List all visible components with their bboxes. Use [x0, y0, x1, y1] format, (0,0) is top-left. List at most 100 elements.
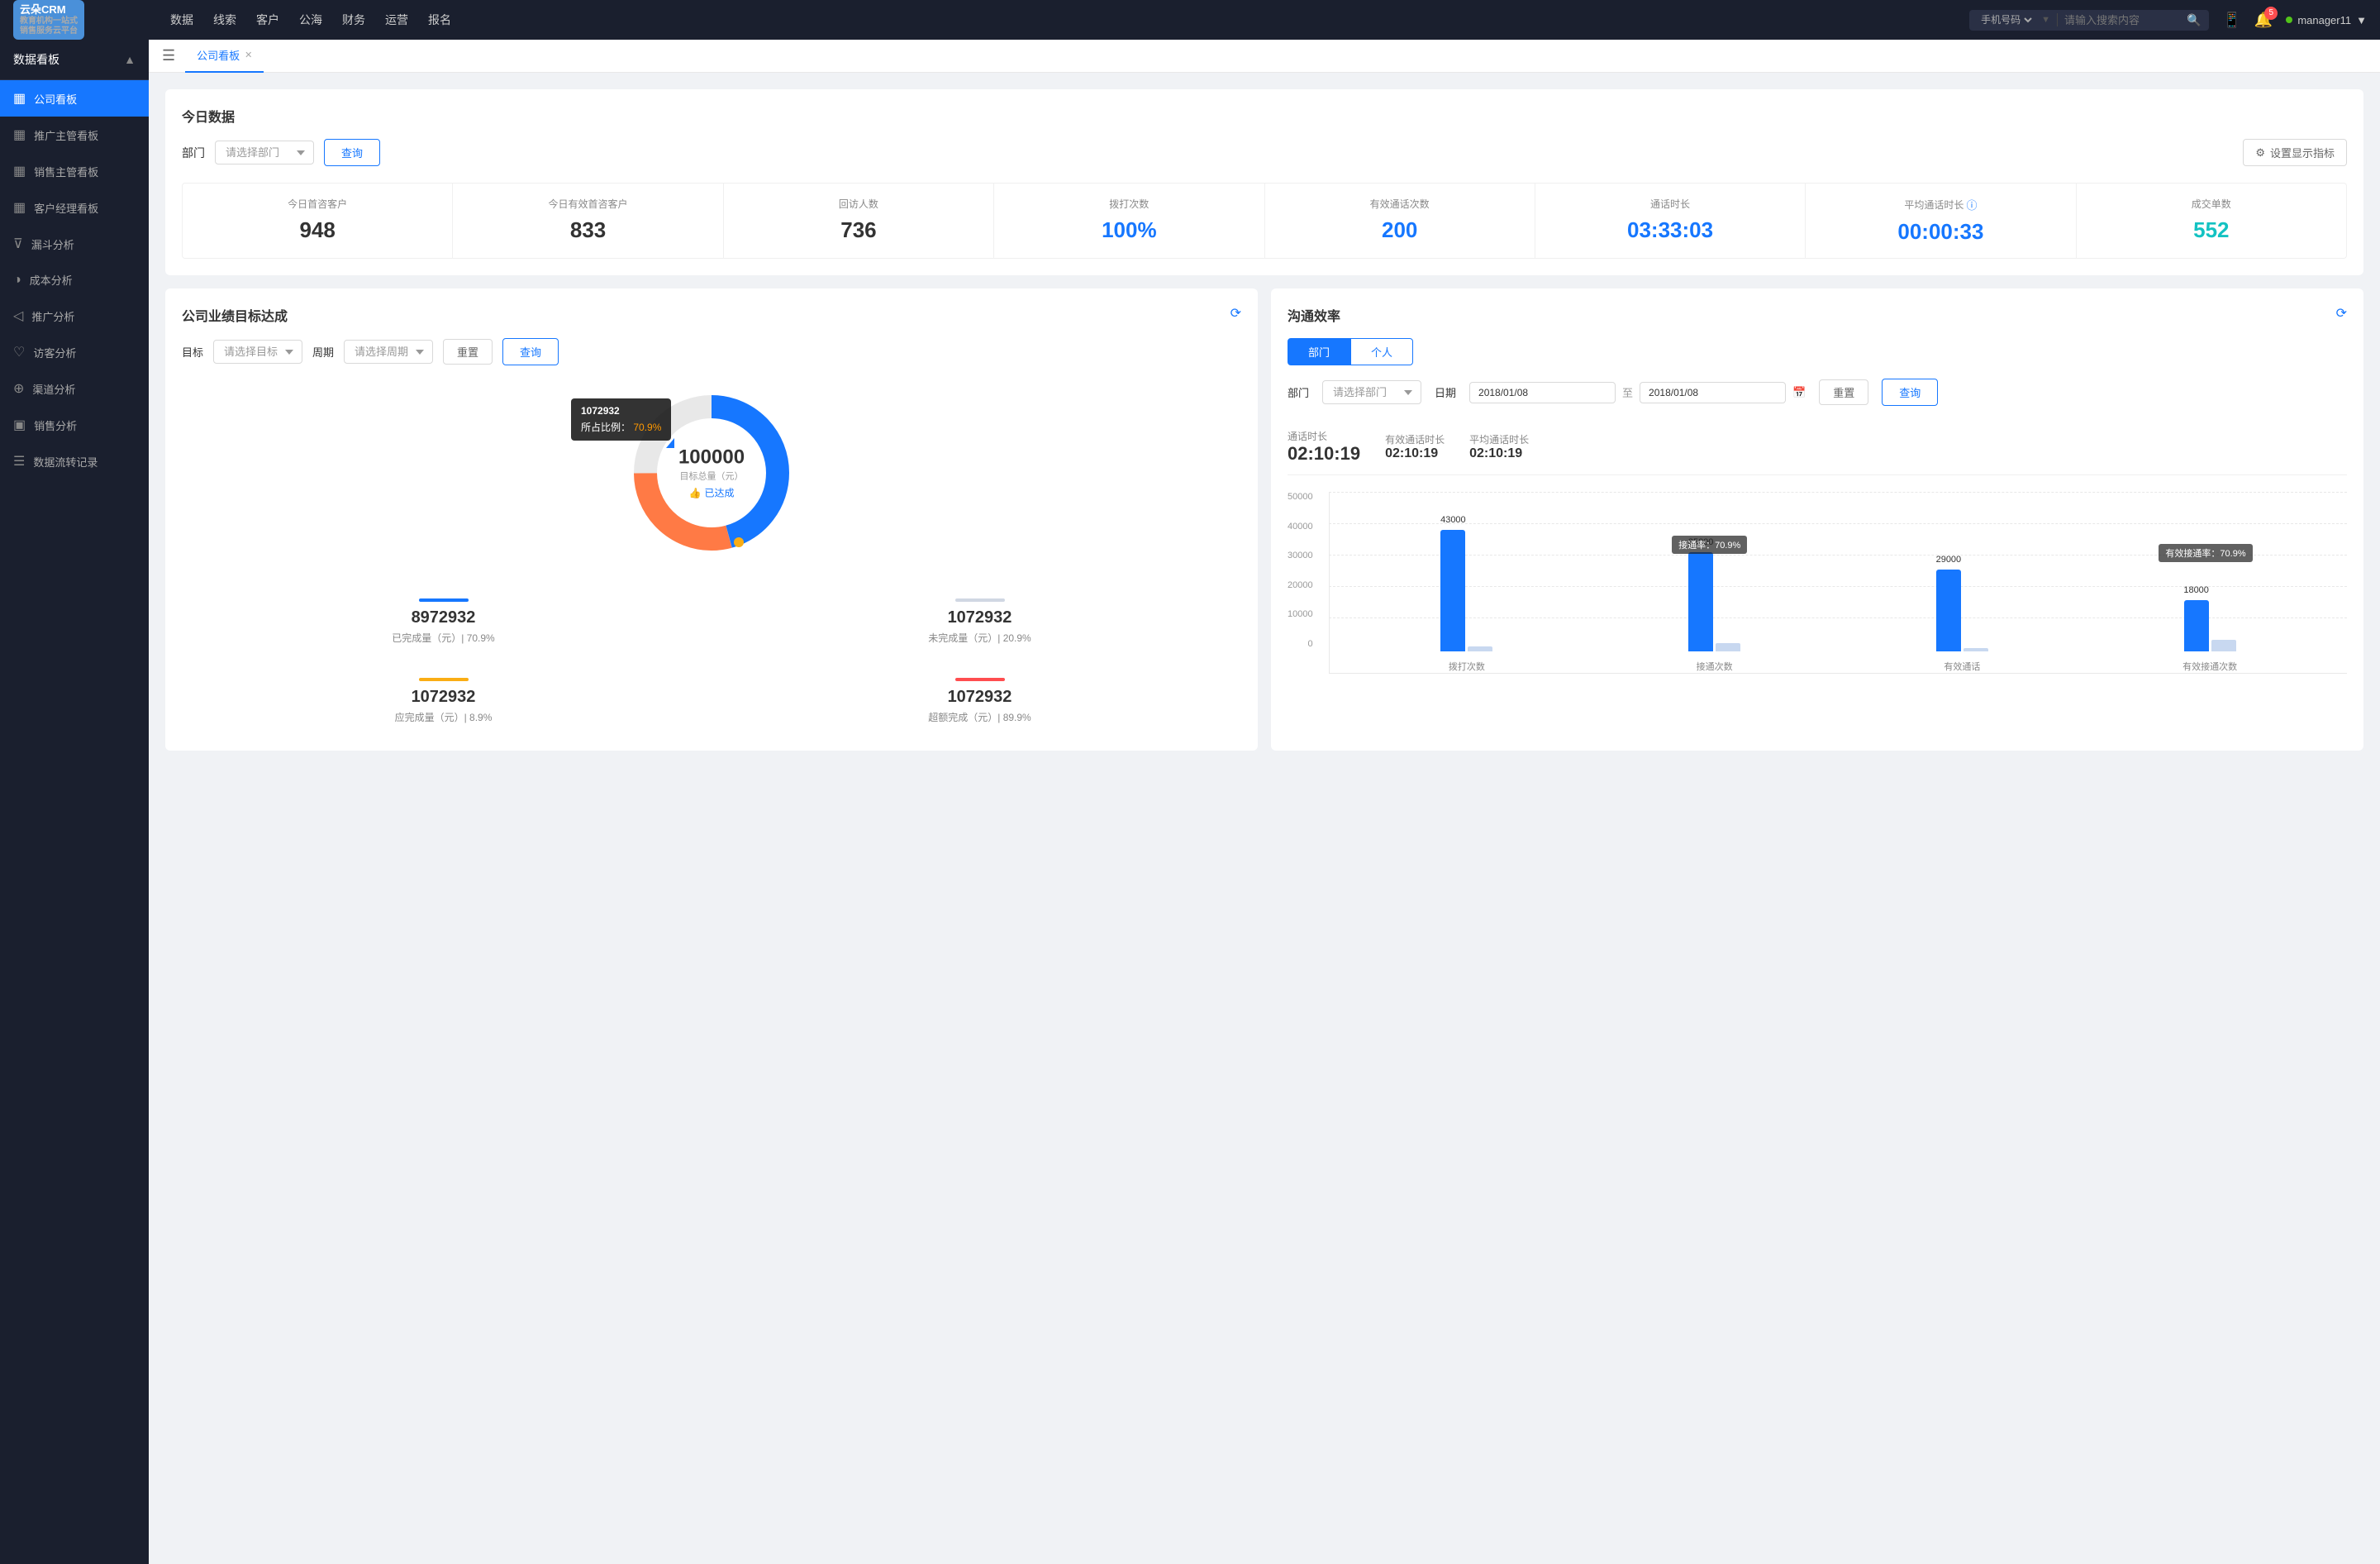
- bar-group-dial: 43000 拨打次数: [1346, 494, 1587, 673]
- content-area: ☰ 公司看板 ✕ 今日数据 部门 请选择部门 查询: [149, 40, 2380, 1564]
- nav-ops[interactable]: 运营: [385, 8, 408, 31]
- over-complete-value: 1072932: [728, 688, 1231, 707]
- nav-leads[interactable]: 线索: [213, 8, 236, 31]
- stat-value: 200: [1275, 217, 1525, 243]
- thumb-icon: 👍: [689, 487, 702, 498]
- stat-revisit: 回访人数 736: [724, 184, 993, 258]
- sidebar-item-promo[interactable]: ▦ 推广主管看板: [0, 117, 149, 153]
- sidebar-item-data-flow[interactable]: ☰ 数据流转记录: [0, 443, 149, 479]
- calendar-icon[interactable]: 📅: [1792, 386, 1806, 399]
- sidebar-item-company[interactable]: ▦ 公司看板: [0, 80, 149, 117]
- today-filter-row: 部门 请选择部门 查询 ⚙ 设置显示指标: [182, 139, 2347, 166]
- sidebar-item-channel[interactable]: ⊕ 渠道分析: [0, 370, 149, 407]
- efficiency-panel: 沟通效率 ⟳ 部门 个人 部门 请选择部门 日期: [1271, 288, 2363, 751]
- eff-duration-group: 有效通话时长 02:10:19: [1385, 432, 1445, 461]
- sidebar-item-label: 成本分析: [30, 272, 73, 288]
- nav-register[interactable]: 报名: [428, 8, 451, 31]
- search-icon[interactable]: 🔍: [2187, 13, 2201, 27]
- date-from-input[interactable]: [1469, 382, 1616, 403]
- logo-name: 云朵CRM: [20, 3, 78, 17]
- bar-group-eff-connect: 18000 有效接通率：70.9% 有效接通次数: [2089, 494, 2330, 673]
- search-input[interactable]: [2064, 14, 2180, 26]
- nav-sea[interactable]: 公海: [299, 8, 322, 31]
- eff-dept-label: 部门: [1288, 384, 1309, 400]
- avg-duration-label: 平均通话时长: [1469, 432, 1529, 446]
- nav-items: 数据 线索 客户 公海 财务 运营 报名: [170, 8, 1969, 31]
- sidebar-item-customer-mgr[interactable]: ▦ 客户经理看板: [0, 189, 149, 226]
- nav-finance[interactable]: 财务: [342, 8, 365, 31]
- y-label-0: 0: [1307, 639, 1312, 649]
- sidebar-item-cost[interactable]: ◑ 成本分析: [0, 262, 149, 298]
- cost-icon: ◑: [13, 273, 21, 288]
- sidebar-item-funnel[interactable]: ⊽ 漏斗分析: [0, 226, 149, 262]
- target-controls: 目标 请选择目标 周期 请选择周期 重置 查询: [182, 338, 1241, 365]
- tab-menu-button[interactable]: ☰: [162, 47, 175, 64]
- bar-eff-connect-x-label: 有效接通次数: [2182, 660, 2237, 673]
- sidebar-item-sales-mgr[interactable]: ▦ 销售主管看板: [0, 153, 149, 189]
- nav-customer[interactable]: 客户: [256, 8, 279, 31]
- today-query-button[interactable]: 查询: [324, 139, 380, 166]
- sidebar-item-label: 销售分析: [34, 417, 77, 433]
- phone-icon[interactable]: 📱: [2222, 12, 2240, 29]
- bar-connect-secondary: [1716, 643, 1740, 651]
- stat-label: 通话时长: [1545, 197, 1795, 211]
- page-content: 今日数据 部门 请选择部门 查询 ⚙ 设置显示指标: [149, 73, 2380, 1564]
- tab-close-icon[interactable]: ✕: [245, 50, 252, 60]
- bar-cols-connect: 35000 接通率：70.9%: [1688, 494, 1740, 651]
- eff-query-button[interactable]: 查询: [1882, 379, 1938, 406]
- tab-personal-button[interactable]: 个人: [1350, 338, 1413, 365]
- target-reset-button[interactable]: 重置: [443, 339, 493, 365]
- user-dropdown-icon[interactable]: ▼: [2356, 14, 2367, 26]
- completed-stat: 8972932 已完成量（元）| 70.9%: [182, 589, 705, 655]
- date-to-input[interactable]: [1640, 382, 1786, 403]
- sidebar-item-label: 推广分析: [31, 308, 74, 324]
- search-type-select[interactable]: 手机号码: [1978, 13, 2035, 26]
- over-complete-bar: [955, 678, 1005, 681]
- sidebar-item-label: 漏斗分析: [31, 236, 74, 252]
- username: manager11: [2297, 14, 2351, 26]
- settings-button[interactable]: ⚙ 设置显示指标: [2243, 139, 2347, 166]
- sidebar-item-sales-analysis[interactable]: ▣ 销售分析: [0, 407, 149, 443]
- sidebar: 数据看板 ▲ ▦ 公司看板 ▦ 推广主管看板 ▦ 销售主管看板 ▦ 客户经理看板…: [0, 40, 149, 1564]
- avg-info-icon: ⓘ: [1966, 197, 1977, 212]
- bar-cols-eff-connect: 18000 有效接通率：70.9%: [2184, 494, 2236, 651]
- bar-dial-main: 43000: [1440, 530, 1465, 651]
- target-label: 目标: [182, 344, 203, 360]
- bell-icon[interactable]: 🔔 5: [2254, 12, 2273, 29]
- target-refresh-icon[interactable]: ⟳: [1230, 305, 1241, 322]
- bar-connect-x-label: 接通次数: [1697, 660, 1733, 673]
- efficiency-refresh-icon[interactable]: ⟳: [2336, 305, 2347, 322]
- bar-effective-secondary: [1963, 648, 1988, 651]
- sidebar-item-promo-analysis[interactable]: ◁ 推广分析: [0, 298, 149, 334]
- sidebar-item-visitor[interactable]: ♡ 访客分析: [0, 334, 149, 370]
- channel-icon: ⊕: [13, 380, 24, 397]
- period-select[interactable]: 请选择周期: [344, 340, 433, 364]
- top-navigation: 云朵CRM 教育机构一站式 销售服务云平台 数据 线索 客户 公海 财务 运营 …: [0, 0, 2380, 40]
- call-duration-label: 通话时长: [1288, 429, 1360, 443]
- sales-mgr-icon: ▦: [13, 163, 26, 179]
- stat-value: 00:00:33: [1816, 219, 2065, 245]
- completed-value: 8972932: [192, 608, 695, 627]
- nav-right: 手机号码 ▼ 🔍 📱 🔔 5 manager11 ▼: [1969, 10, 2367, 31]
- stat-label: 回访人数: [734, 197, 983, 211]
- nav-data[interactable]: 数据: [170, 8, 193, 31]
- target-select[interactable]: 请选择目标: [213, 340, 302, 364]
- sidebar-title: 数据看板: [13, 51, 60, 68]
- target-query-button[interactable]: 查询: [502, 338, 559, 365]
- sidebar-collapse-icon[interactable]: ▲: [124, 53, 136, 66]
- eff-reset-button[interactable]: 重置: [1819, 379, 1868, 405]
- tab-bar: ☰ 公司看板 ✕: [149, 40, 2380, 73]
- user-info[interactable]: manager11 ▼: [2286, 14, 2367, 26]
- tab-company-board[interactable]: 公司看板 ✕: [185, 40, 264, 73]
- tab-dept-button[interactable]: 部门: [1288, 338, 1350, 365]
- call-duration-value: 02:10:19: [1288, 443, 1360, 465]
- tooltip-pct-label: 所占比例：: [581, 422, 631, 433]
- stat-dial-count: 拨打次数 100%: [994, 184, 1264, 258]
- incomplete-value: 1072932: [728, 608, 1231, 627]
- logo-box: 云朵CRM 教育机构一站式 销售服务云平台: [13, 0, 84, 40]
- dept-select[interactable]: 请选择部门: [215, 141, 314, 165]
- bar-chart-area: 43000 拨打次数: [1329, 492, 2347, 674]
- should-complete-bar: [419, 678, 469, 681]
- eff-dept-select[interactable]: 请选择部门: [1322, 380, 1421, 404]
- over-complete-desc: 超额完成（元）| 89.9%: [728, 710, 1231, 724]
